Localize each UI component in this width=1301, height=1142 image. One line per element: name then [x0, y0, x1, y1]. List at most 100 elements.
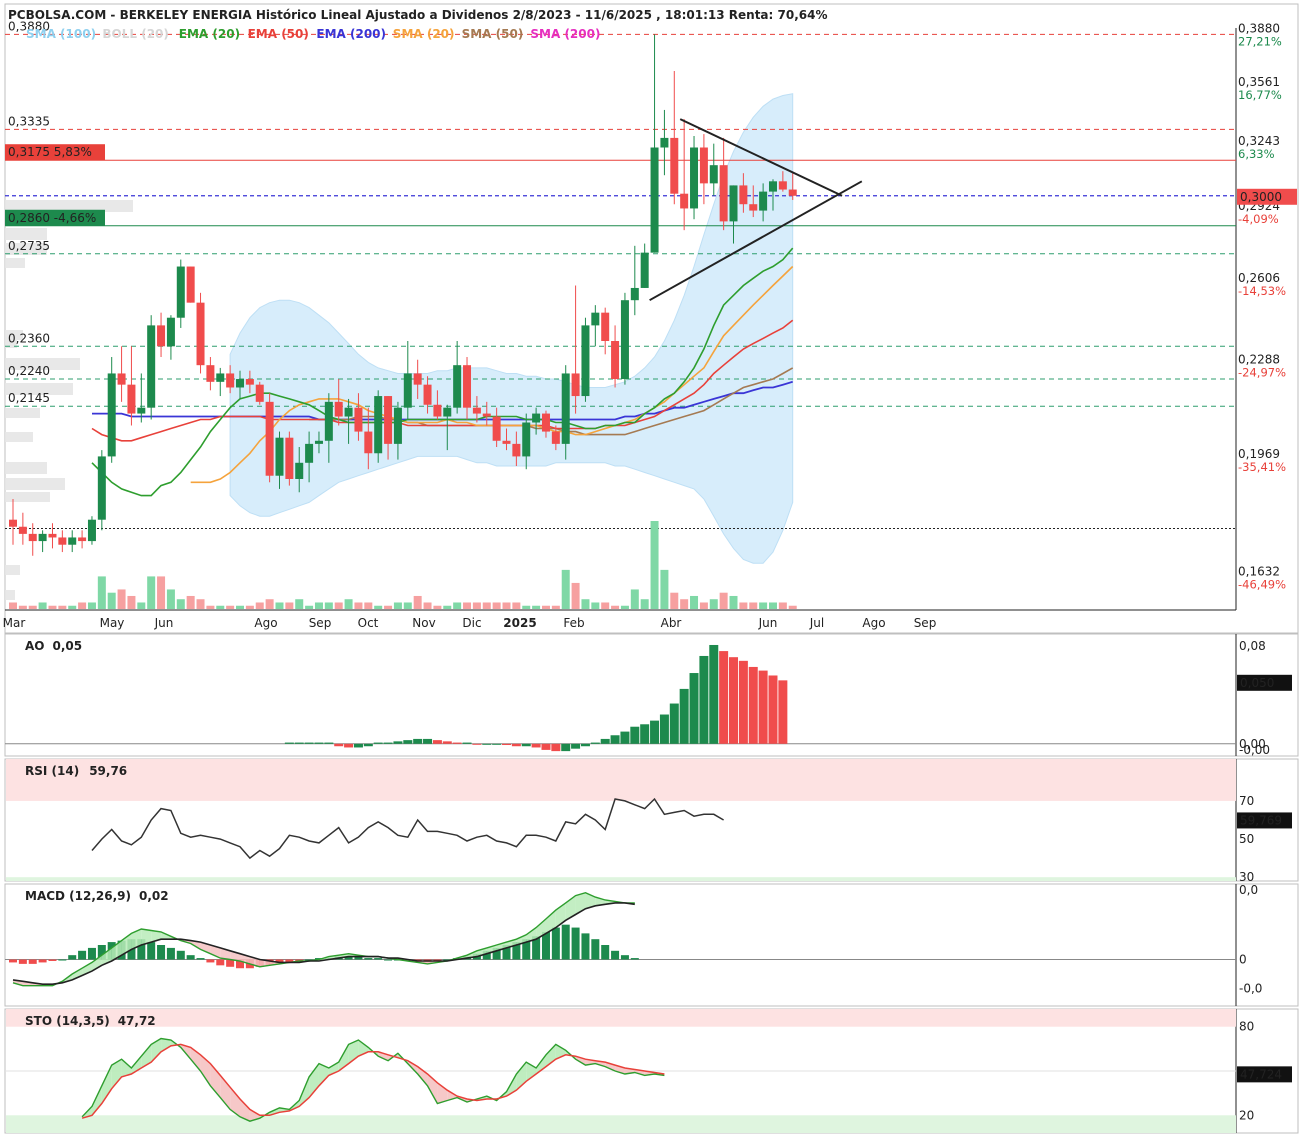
- macd-hist-bar: [384, 959, 393, 961]
- volume-bar: [581, 599, 590, 609]
- candle-body: [561, 373, 570, 444]
- candle-body: [591, 312, 600, 326]
- ao-tick: -0,00: [1239, 743, 1270, 757]
- volume-bar: [107, 592, 116, 609]
- candle-body: [640, 252, 649, 288]
- candle-body: [768, 181, 777, 192]
- level-label: 0,3175 5,83%: [8, 145, 92, 159]
- volume-bar: [453, 602, 462, 609]
- macd-panel: 0,0 0 -0,0: [5, 883, 1262, 996]
- ao-bar: [521, 743, 531, 747]
- candle-body: [236, 379, 245, 388]
- ao-bar: [373, 742, 383, 744]
- ao-bar: [284, 742, 294, 744]
- candle-body: [166, 317, 175, 347]
- volume-bar: [68, 605, 77, 609]
- volume-bar: [443, 605, 452, 609]
- y-tick-pct: -4,09%: [1238, 212, 1279, 226]
- ao-bar: [442, 741, 452, 744]
- candle-body: [729, 185, 738, 222]
- volume-bar: [87, 602, 96, 609]
- ao-bar: [462, 742, 472, 744]
- candle-body: [364, 431, 373, 454]
- ao-bar: [344, 743, 354, 748]
- volume-bar: [660, 569, 669, 609]
- volume-bar: [640, 599, 649, 609]
- ao-label: AO 0,05: [25, 639, 82, 653]
- macd-hist-bar: [68, 955, 77, 960]
- volume-bar: [314, 602, 323, 609]
- volume-bar: [364, 602, 373, 609]
- stock-chart: 0,3880 0,3335 0,3175 5,83% 0,2860 -4,66% 0,2…: [0, 0, 1301, 1138]
- macd-tick: -0,0: [1239, 982, 1262, 996]
- rsi-oversold-band: [6, 877, 1236, 881]
- candle-body: [423, 384, 432, 405]
- sto-panel: 80 20 47,724: [5, 1009, 1292, 1133]
- x-tick-label: Ago: [862, 616, 885, 630]
- volume-bar: [226, 605, 235, 609]
- candle-body: [216, 373, 225, 382]
- rsi-overbought-band: [6, 759, 1236, 801]
- candle-body: [620, 300, 629, 380]
- rsi-last-label: 59,769: [1240, 813, 1282, 827]
- macd-hist-bar: [157, 945, 166, 960]
- macd-hist-bar: [166, 947, 175, 960]
- candle-body: [206, 365, 215, 382]
- candle-body: [453, 365, 462, 408]
- candle-body: [482, 413, 491, 417]
- macd-hist-bar: [620, 955, 629, 960]
- x-tick-label: Oct: [358, 616, 379, 630]
- candle-body: [245, 379, 254, 385]
- ao-panel: 0,080,00-0,000,050: [5, 639, 1292, 757]
- ao-bar: [571, 743, 581, 749]
- ao-bar: [758, 670, 768, 744]
- ao-bar: [778, 680, 788, 744]
- volume-bar: [305, 605, 314, 609]
- x-tick-label: Jun: [154, 616, 174, 630]
- volume-bar: [216, 605, 225, 609]
- volume-bar: [630, 589, 639, 609]
- ao-bar: [324, 742, 334, 744]
- ao-bar: [640, 724, 650, 744]
- volume-bar: [166, 589, 175, 609]
- macd-hist-bar: [591, 939, 600, 960]
- candle-body: [384, 396, 393, 444]
- x-tick-label: Ago: [254, 616, 277, 630]
- volume-bar: [137, 602, 146, 609]
- macd-hist-bar: [18, 959, 27, 964]
- macd-hist-bar: [364, 958, 373, 960]
- macd-tick: 0: [1239, 953, 1247, 967]
- ao-bar: [709, 644, 719, 744]
- volume-bar: [690, 595, 699, 609]
- y-tick-label: 0,2288: [1238, 353, 1280, 367]
- x-tick-label: May: [100, 616, 125, 630]
- candle-body: [650, 147, 659, 253]
- candle-body: [670, 137, 679, 194]
- macd-hist-bar: [541, 931, 550, 960]
- candle-body: [472, 407, 481, 414]
- x-tick-label: Sep: [309, 616, 332, 630]
- candle-body: [78, 537, 87, 542]
- volume-bar: [147, 576, 156, 609]
- candle-body: [275, 437, 284, 476]
- y-tick-label: 0,1969: [1238, 447, 1280, 461]
- macd-hist-bar: [581, 933, 590, 960]
- x-tick-label: Jun: [758, 616, 778, 630]
- ao-bar: [679, 688, 689, 744]
- ao-bar: [294, 742, 304, 744]
- sto-tick: 20: [1239, 1108, 1254, 1122]
- legend-entry: SMA (200): [530, 27, 600, 41]
- volume-bar: [749, 602, 758, 609]
- macd-label: MACD (12,26,9) 0,02: [25, 889, 169, 903]
- candle-body: [393, 407, 402, 444]
- volume-profile-bar: [5, 408, 40, 418]
- candle-body: [107, 373, 116, 457]
- volume-bar: [295, 599, 304, 609]
- macd-hist-bar: [9, 959, 17, 963]
- macd-hist-bar: [87, 947, 96, 960]
- candle-body: [601, 312, 610, 341]
- volume-bar: [334, 602, 343, 609]
- candle-body: [265, 401, 274, 476]
- volume-bar: [127, 595, 136, 609]
- volume-profile-bar: [5, 590, 15, 600]
